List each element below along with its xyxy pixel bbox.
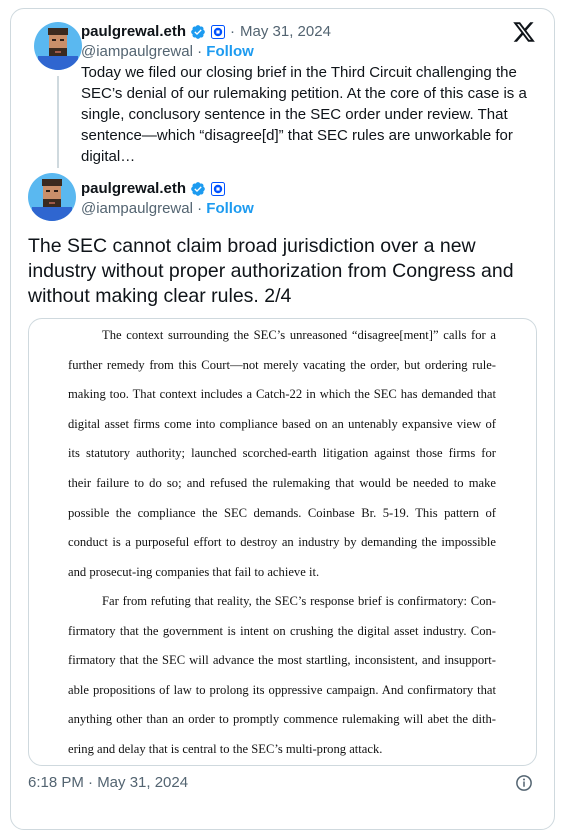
attached-document-image[interactable]: The context surrounding the SEC’s unreas… — [28, 318, 537, 766]
main-handle-row: @iampaulgrewal · Follow — [81, 200, 254, 217]
post-date[interactable]: May 31, 2024 — [240, 23, 331, 40]
avatar[interactable] — [28, 173, 76, 221]
tweet-timestamp[interactable]: 6:18 PM · May 31, 2024 — [28, 774, 188, 791]
main-header: paulgrewal.eth — [81, 180, 226, 197]
author-name[interactable]: paulgrewal.eth — [81, 23, 186, 40]
verified-badge-icon — [191, 24, 205, 39]
author-handle[interactable]: @iampaulgrewal — [81, 43, 193, 60]
author-handle[interactable]: @iampaulgrewal — [81, 200, 193, 217]
thread-connector — [57, 76, 59, 168]
tweet-text: The SEC cannot claim broad jurisdiction … — [28, 235, 514, 307]
coinbase-affiliate-icon[interactable] — [211, 181, 226, 196]
verified-badge-icon — [191, 181, 205, 196]
separator-dot: · — [230, 23, 236, 40]
document-paragraph: The context surrounding the SEC’s unreas… — [68, 328, 496, 579]
quoted-tweet-text[interactable]: Today we filed our closing brief in the … — [81, 62, 541, 167]
separator-dot: · — [197, 200, 203, 217]
quoted-handle-row: @iampaulgrewal · Follow — [81, 43, 254, 60]
avatar[interactable] — [34, 22, 82, 70]
follow-button[interactable]: Follow — [206, 200, 254, 217]
follow-button[interactable]: Follow — [206, 43, 254, 60]
author-name[interactable]: paulgrewal.eth — [81, 180, 186, 197]
quoted-header: paulgrewal.eth · May 31, 2024 — [81, 23, 331, 40]
info-icon[interactable] — [515, 774, 533, 792]
coinbase-affiliate-icon[interactable] — [211, 24, 226, 39]
x-logo-icon[interactable] — [512, 20, 536, 44]
separator-dot: · — [197, 43, 203, 60]
document-paragraph: Far from refuting that reality, the SEC’… — [68, 594, 496, 756]
